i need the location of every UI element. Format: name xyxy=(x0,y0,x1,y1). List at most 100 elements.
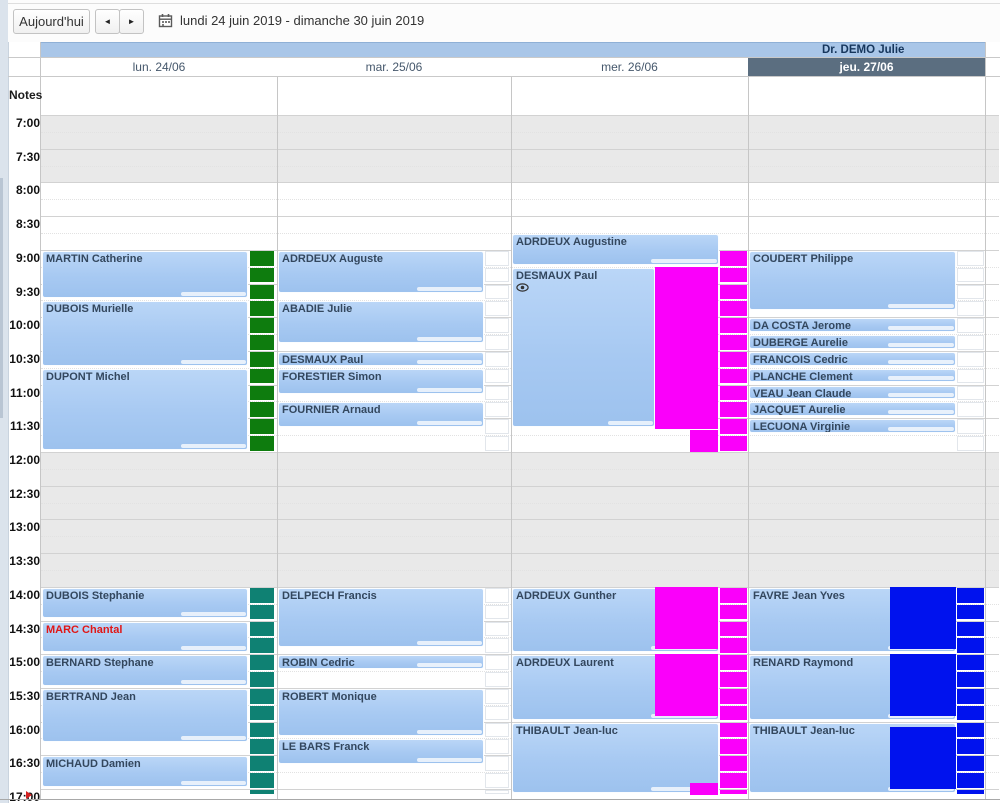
slot-cell[interactable] xyxy=(957,605,984,620)
slot-cell[interactable] xyxy=(250,756,274,771)
slot-cell[interactable] xyxy=(250,739,274,754)
slot-cell[interactable] xyxy=(720,622,747,637)
slot-cell[interactable] xyxy=(720,790,747,794)
blocked-slot-overlay[interactable] xyxy=(655,654,718,716)
slot-cell[interactable] xyxy=(250,369,274,384)
slot-cell[interactable] xyxy=(957,352,984,367)
slot-cell[interactable] xyxy=(250,436,274,451)
slot-cell[interactable] xyxy=(720,369,747,384)
appointment[interactable]: ADRDEUX Augustine xyxy=(512,234,719,265)
appointment[interactable]: DUPONT Michel xyxy=(42,369,248,450)
appointment[interactable]: PLANCHE Clement xyxy=(749,369,956,383)
blocked-slot-overlay[interactable] xyxy=(690,783,718,794)
slot-cell[interactable] xyxy=(250,638,274,653)
slot-cell[interactable] xyxy=(485,285,509,300)
appointment[interactable]: ABADIE Julie xyxy=(278,301,484,343)
appointment[interactable]: DUBOIS Murielle xyxy=(42,301,248,365)
slot-cell[interactable] xyxy=(720,352,747,367)
slot-cell[interactable] xyxy=(957,723,984,738)
slot-cell[interactable] xyxy=(720,386,747,401)
slot-cell[interactable] xyxy=(485,301,509,316)
slot-cell[interactable] xyxy=(720,419,747,434)
appointment[interactable]: COUDERT Philippe xyxy=(749,251,956,310)
appointment[interactable]: FRANCOIS Cedric xyxy=(749,352,956,366)
slot-cell[interactable] xyxy=(250,723,274,738)
slot-cell[interactable] xyxy=(720,739,747,754)
day-header-2[interactable]: mar. 25/06 xyxy=(277,57,511,76)
blocked-slot-overlay[interactable] xyxy=(890,654,956,716)
slot-cell[interactable] xyxy=(250,386,274,401)
slot-cell[interactable] xyxy=(720,318,747,333)
slot-cell[interactable] xyxy=(957,268,984,283)
slot-cell[interactable] xyxy=(485,402,509,417)
slot-cell[interactable] xyxy=(250,352,274,367)
slot-cell[interactable] xyxy=(485,655,509,670)
slot-cell[interactable] xyxy=(250,402,274,417)
slot-cell[interactable] xyxy=(485,251,509,266)
slot-cell[interactable] xyxy=(250,790,274,794)
slot-cell[interactable] xyxy=(957,402,984,417)
slot-cell[interactable] xyxy=(720,672,747,687)
slot-cell[interactable] xyxy=(720,436,747,451)
slot-cell[interactable] xyxy=(720,301,747,316)
slot-cell[interactable] xyxy=(485,588,509,603)
slot-cell[interactable] xyxy=(957,706,984,721)
slot-cell[interactable] xyxy=(957,672,984,687)
slot-cell[interactable] xyxy=(250,251,274,266)
slot-cell[interactable] xyxy=(957,756,984,771)
slot-cell[interactable] xyxy=(485,335,509,350)
blocked-slot-overlay[interactable] xyxy=(690,430,718,453)
slot-cell[interactable] xyxy=(720,402,747,417)
appointment[interactable]: ADRDEUX Auguste xyxy=(278,251,484,293)
slot-cell[interactable] xyxy=(957,369,984,384)
slot-cell[interactable] xyxy=(485,756,509,771)
slot-cell[interactable] xyxy=(250,706,274,721)
blocked-slot-overlay[interactable] xyxy=(890,587,956,649)
slot-cell[interactable] xyxy=(485,318,509,333)
slot-cell[interactable] xyxy=(957,251,984,266)
slot-cell[interactable] xyxy=(957,790,984,794)
slot-cell[interactable] xyxy=(250,318,274,333)
slot-cell[interactable] xyxy=(720,605,747,620)
appointment[interactable]: THIBAULT Jean-luc xyxy=(512,723,719,793)
slot-cell[interactable] xyxy=(485,369,509,384)
slot-cell[interactable] xyxy=(957,655,984,670)
appointment[interactable]: VEAU Jean Claude xyxy=(749,386,956,400)
slot-cell[interactable] xyxy=(957,588,984,603)
slot-cell[interactable] xyxy=(250,285,274,300)
slot-cell[interactable] xyxy=(957,335,984,350)
slot-cell[interactable] xyxy=(250,301,274,316)
blocked-slot-overlay[interactable] xyxy=(655,587,718,649)
appointment[interactable]: JACQUET Aurelie xyxy=(749,402,956,416)
slot-cell[interactable] xyxy=(957,622,984,637)
slot-cell[interactable] xyxy=(250,335,274,350)
slot-cell[interactable] xyxy=(485,638,509,653)
day-header-1[interactable]: lun. 24/06 xyxy=(41,57,277,76)
appointment[interactable]: ROBIN Cedric xyxy=(278,655,484,669)
slot-cell[interactable] xyxy=(720,638,747,653)
slot-cell[interactable] xyxy=(485,605,509,620)
slot-cell[interactable] xyxy=(485,352,509,367)
slot-cell[interactable] xyxy=(720,773,747,788)
appointment[interactable]: DUBOIS Stephanie xyxy=(42,588,248,619)
slot-cell[interactable] xyxy=(957,386,984,401)
slot-cell[interactable] xyxy=(250,605,274,620)
slot-cell[interactable] xyxy=(720,756,747,771)
slot-cell[interactable] xyxy=(957,773,984,788)
slot-cell[interactable] xyxy=(250,419,274,434)
appointment[interactable]: MARTIN Catherine xyxy=(42,251,248,299)
blocked-slot-overlay[interactable] xyxy=(655,267,718,430)
appointment[interactable]: MARC Chantal xyxy=(42,622,248,653)
slot-cell[interactable] xyxy=(485,790,509,794)
day-header-4[interactable]: jeu. 27/06 xyxy=(748,57,985,76)
slot-cell[interactable] xyxy=(250,655,274,670)
appointment[interactable]: DELPECH Francis xyxy=(278,588,484,647)
appointment[interactable]: LECUONA Virginie xyxy=(749,419,956,433)
slot-cell[interactable] xyxy=(485,689,509,704)
slot-cell[interactable] xyxy=(250,268,274,283)
slot-cell[interactable] xyxy=(485,386,509,401)
slot-cell[interactable] xyxy=(485,773,509,788)
appointment[interactable]: DESMAUX Paul xyxy=(512,268,655,428)
appointment[interactable]: BERNARD Stephane xyxy=(42,655,248,686)
appointment[interactable]: LE BARS Franck xyxy=(278,739,484,764)
